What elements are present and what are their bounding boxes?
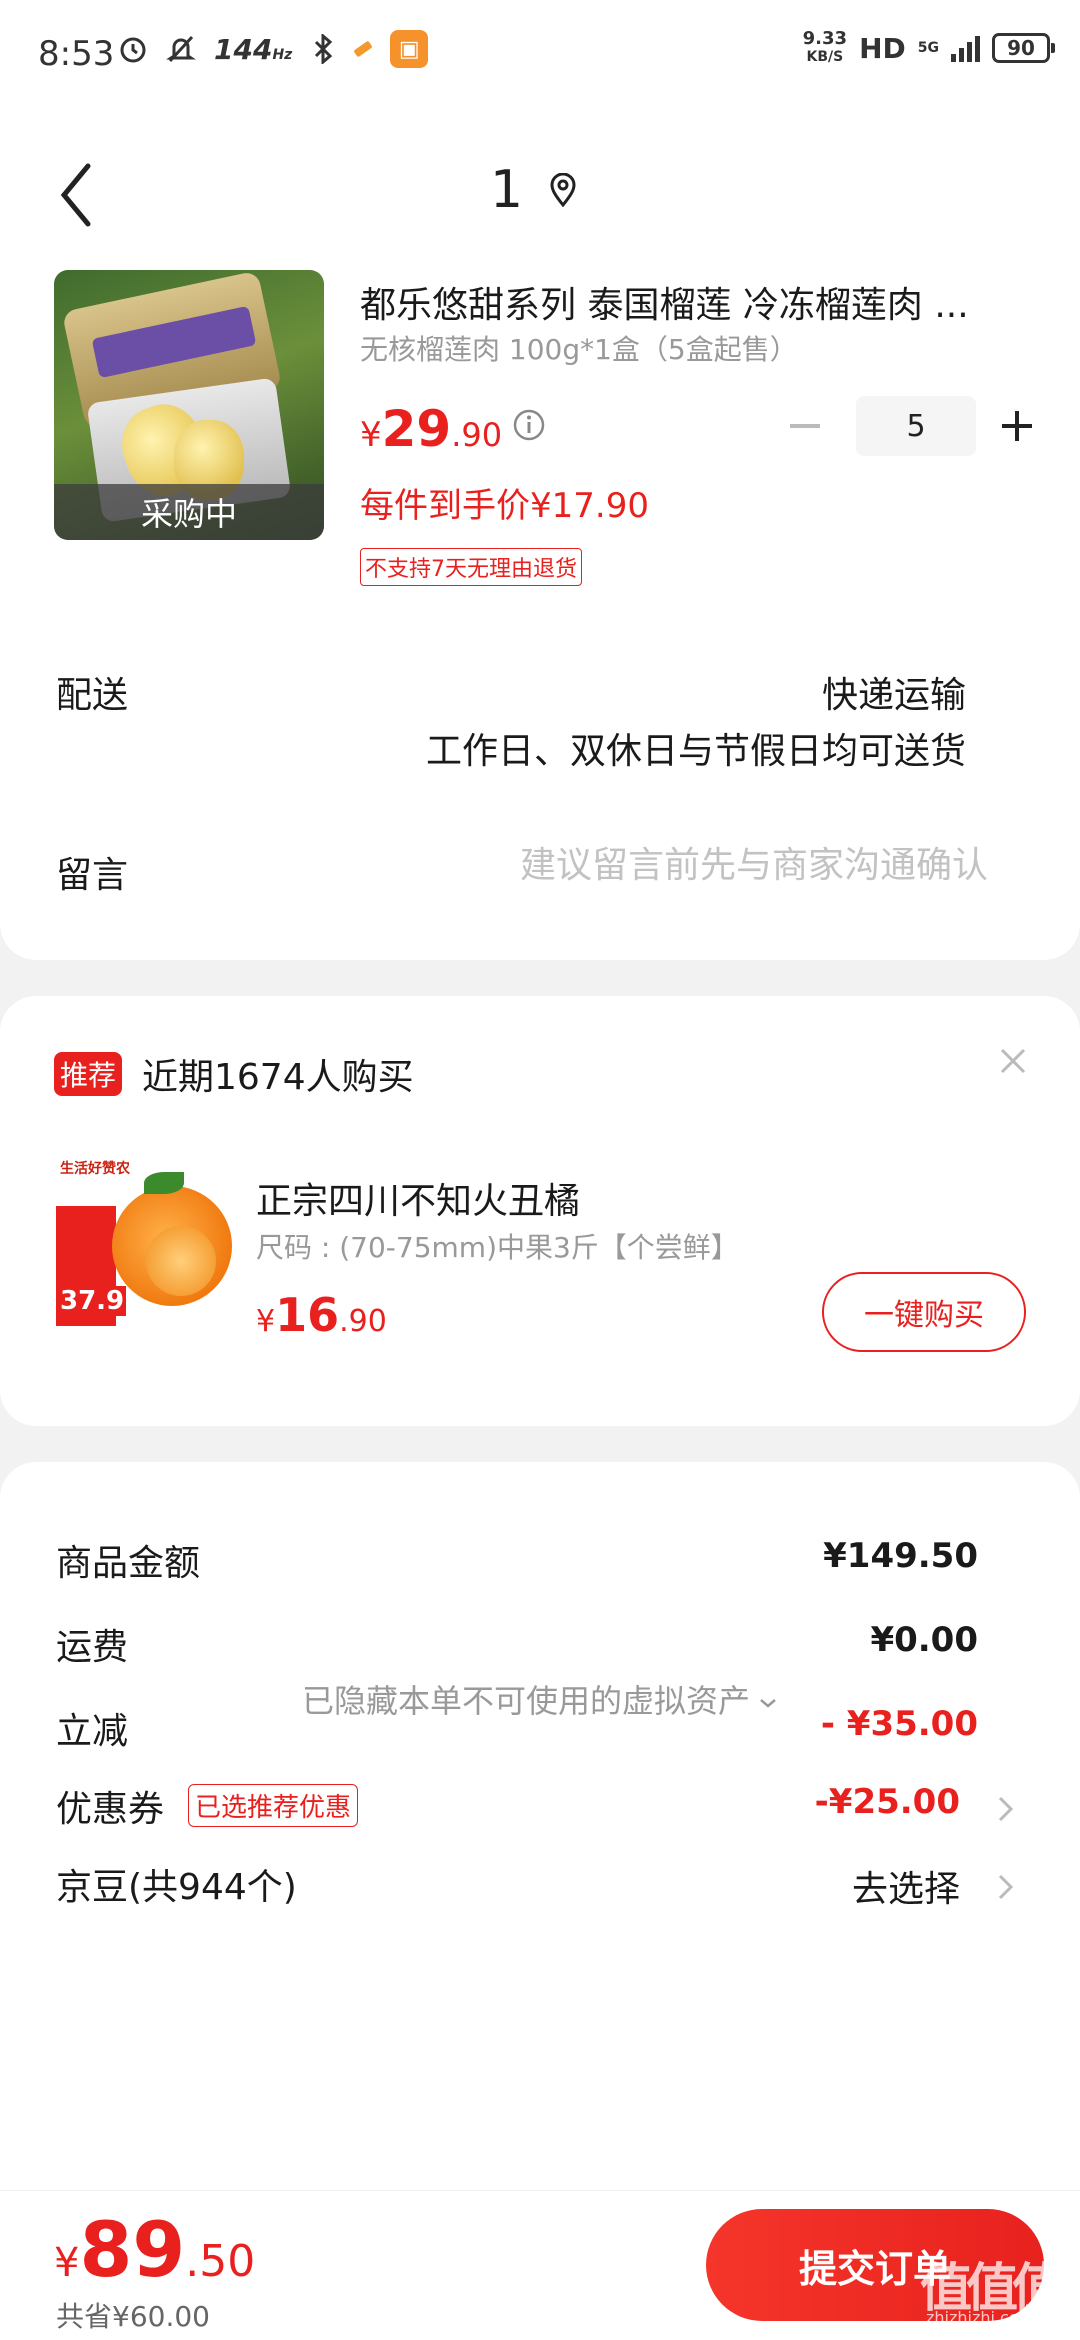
goods-amount-label: 商品金额 bbox=[56, 1543, 201, 1584]
coupon-value: -¥25.00 bbox=[814, 1782, 960, 1822]
product-spec: 无核榴莲肉 100g*1盒（5盒起售） bbox=[360, 333, 798, 366]
product-name[interactable]: 都乐悠甜系列 泰国榴莲 冷冻榴莲肉 ... bbox=[360, 276, 1020, 328]
recommend-tag: 推荐 bbox=[54, 1052, 123, 1096]
one-click-buy-button[interactable]: 一键购买 bbox=[822, 1272, 1026, 1352]
coupon-selected-tag: 已选推荐优惠 bbox=[188, 1784, 359, 1827]
coupon-label: 优惠券 bbox=[56, 1789, 165, 1830]
delivery-label: 配送 bbox=[56, 675, 129, 716]
product-image[interactable]: 采购中 bbox=[54, 270, 324, 540]
shipping-row: 运费 ¥0.00 bbox=[0, 1618, 1080, 1678]
location-pin-icon[interactable] bbox=[549, 173, 577, 207]
recommend-image-price: 37.9 bbox=[58, 1286, 127, 1316]
status-time: 8:53 bbox=[38, 34, 115, 74]
product-price: ¥29.90 bbox=[360, 400, 503, 458]
chevron-right-icon bbox=[998, 1796, 1014, 1822]
jd-beans-row[interactable]: 京豆(共944个) 去选择 bbox=[0, 1858, 1080, 1918]
notification-dot bbox=[353, 40, 373, 58]
chevron-right-icon bbox=[998, 1874, 1014, 1900]
bluetooth-icon bbox=[315, 34, 333, 64]
purchasing-badge: 采购中 bbox=[54, 484, 324, 540]
close-icon[interactable] bbox=[998, 1046, 1028, 1076]
jd-beans-label: 京豆(共944个) bbox=[56, 1867, 297, 1908]
hd-indicator: HD bbox=[859, 31, 906, 65]
watermark: 值值值 zhizhizhi.com bbox=[920, 2242, 1070, 2332]
back-arrow-icon[interactable] bbox=[56, 160, 96, 230]
watermark-url: zhizhizhi.com bbox=[926, 2308, 1035, 2327]
recommend-image-brand: 生活好赞农 bbox=[60, 1161, 130, 1177]
refresh-rate: 144Hz bbox=[214, 32, 293, 66]
chevron-down-icon bbox=[760, 1699, 776, 1708]
goods-amount-value: ¥149.50 bbox=[823, 1536, 978, 1576]
recommend-card: 推荐 近期1674人购买 生活好赞农 37.9 正宗四川不知火丑橘 尺码 : (… bbox=[0, 996, 1080, 1426]
hidden-assets-text: 已隐藏本单不可使用的虚拟资产 bbox=[301, 1682, 750, 1720]
total-saved: 共省¥60.00 bbox=[56, 2300, 210, 2333]
page-title: 1 bbox=[490, 160, 577, 220]
message-input[interactable] bbox=[368, 840, 988, 890]
network-speed: 9.33 KB/S bbox=[802, 28, 848, 66]
message-label: 留言 bbox=[56, 855, 129, 896]
battery-icon: 90 bbox=[992, 33, 1055, 63]
checkout-bar: ¥89.50 共省¥60.00 提交订单 值值值 zhizhizhi.com bbox=[0, 2190, 1080, 2340]
goods-amount-row: 商品金额 ¥149.50 bbox=[0, 1534, 1080, 1594]
decrease-quantity-button[interactable] bbox=[780, 401, 830, 451]
recommend-product-image[interactable]: 生活好赞农 37.9 bbox=[56, 1156, 236, 1336]
alarm-icon bbox=[120, 37, 146, 63]
recommend-product-name[interactable]: 正宗四川不知火丑橘 bbox=[256, 1172, 580, 1224]
quantity-stepper: 5 bbox=[780, 396, 1042, 456]
order-summary-card: 商品金额 ¥149.50 运费 ¥0.00 立减 - ¥35.00 优惠券 已选… bbox=[0, 1462, 1080, 2202]
total-price: ¥89.50 bbox=[54, 2205, 256, 2294]
status-icons-left: 144Hz ▣ bbox=[118, 30, 429, 68]
jd-beans-value: 去选择 bbox=[851, 1869, 960, 1910]
recommend-title: 近期1674人购买 bbox=[142, 1057, 414, 1098]
hidden-assets-toggle[interactable]: 已隐藏本单不可使用的虚拟资产 bbox=[0, 1676, 1080, 1722]
mute-icon bbox=[166, 35, 196, 63]
increase-quantity-button[interactable] bbox=[992, 401, 1042, 451]
status-bar: 8:53 144Hz ▣ 9.33 KB/S HD 5G 90 bbox=[0, 0, 1080, 110]
info-icon[interactable] bbox=[512, 408, 546, 442]
network-type: 5G bbox=[917, 40, 939, 56]
status-icons-right: 9.33 KB/S HD 5G 90 bbox=[802, 28, 1055, 66]
delivery-note: 工作日、双休日与节假日均可送货 bbox=[425, 731, 966, 772]
no-return-tag: 不支持7天无理由退货 bbox=[360, 548, 582, 586]
recommend-product-price: ¥16.90 bbox=[256, 1288, 387, 1342]
order-item-card: 1 采购中 都乐悠甜系列 泰国榴莲 冷冻榴莲肉 ... 无核榴莲肉 100g*1… bbox=[0, 110, 1080, 960]
quantity-value[interactable]: 5 bbox=[856, 396, 976, 456]
shopping-app-icon: ▣ bbox=[390, 30, 429, 68]
unit-price: 每件到手价¥17.90 bbox=[360, 486, 649, 526]
recommend-product-spec: 尺码 : (70-75mm)中果3斤【个尝鲜】 bbox=[256, 1231, 739, 1264]
coupon-row[interactable]: 优惠券 已选推荐优惠 -¥25.00 bbox=[0, 1780, 1080, 1840]
delivery-method[interactable]: 快递运输 bbox=[822, 666, 966, 718]
signal-icon bbox=[951, 34, 980, 62]
shipping-value: ¥0.00 bbox=[870, 1620, 978, 1660]
page-title-text: 1 bbox=[490, 160, 524, 220]
shipping-label: 运费 bbox=[56, 1627, 129, 1668]
